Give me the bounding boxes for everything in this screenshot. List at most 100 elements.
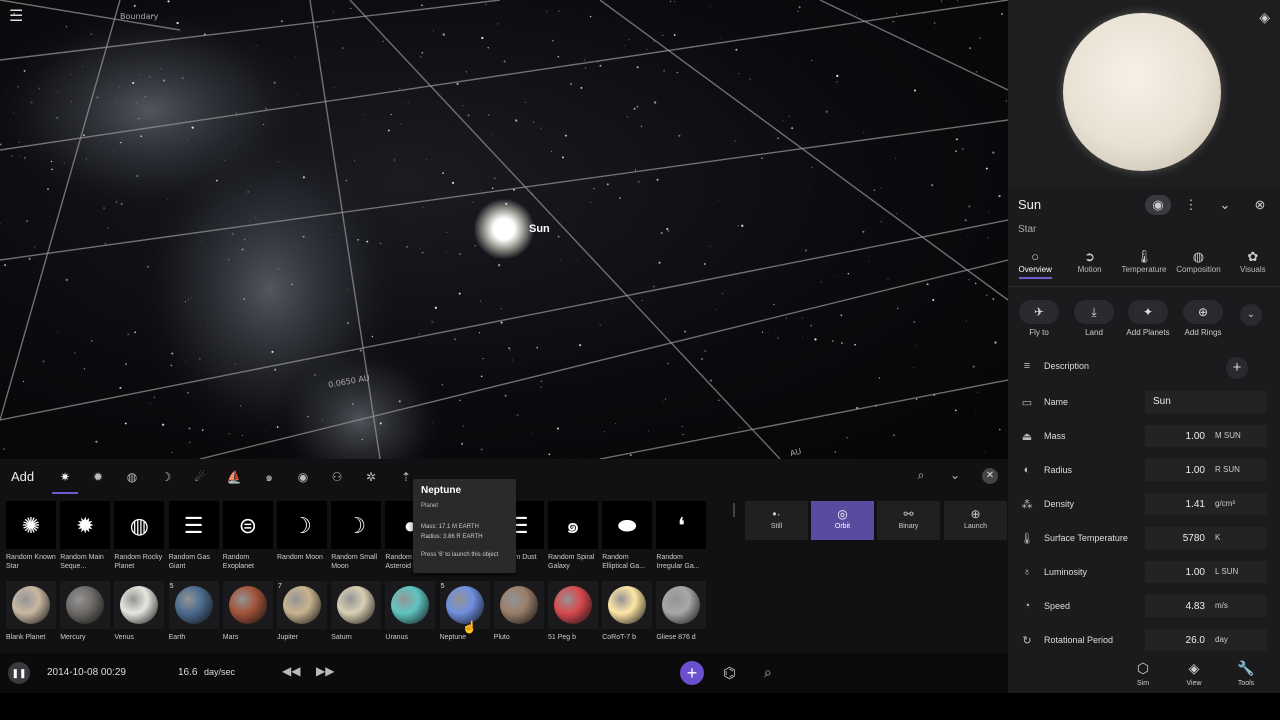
- sun-label[interactable]: Sun: [529, 223, 550, 235]
- tab-label: Motion: [1077, 265, 1102, 274]
- sun-object[interactable]: [474, 199, 534, 259]
- tray-item[interactable]: ⊜ Random Exoplanet: [222, 501, 275, 571]
- object-type-icon: ◍: [114, 501, 165, 549]
- tray-item[interactable]: 7 Jupiter: [277, 581, 329, 642]
- star-dot: [276, 426, 279, 428]
- hamburger-menu-icon[interactable]: ☰: [9, 9, 27, 25]
- land-button[interactable]: ⤓ Land: [1069, 300, 1119, 337]
- star-dot: [614, 176, 616, 177]
- tray-item[interactable]: ๑ Random Spiral Galaxy: [548, 501, 600, 571]
- tray-item[interactable]: ☰ Random Gas Giant: [168, 501, 221, 571]
- add-description-button[interactable]: +: [1226, 357, 1248, 379]
- tray-item[interactable]: ☽ Random Small Moon: [331, 501, 383, 571]
- star-dot: [482, 357, 484, 360]
- planet-thumbnail: [602, 581, 653, 629]
- scroll-handle[interactable]: [733, 503, 735, 517]
- tray-item[interactable]: ❛ Random Irregular Ga...: [656, 501, 708, 571]
- object-preview[interactable]: ◈: [1008, 0, 1280, 186]
- item-label: Random Elliptical Ga...: [602, 554, 645, 570]
- more-options-icon[interactable]: ⋮: [1179, 195, 1203, 215]
- star-dot: [156, 274, 158, 275]
- tray-item[interactable]: CoRoT-7 b: [602, 581, 654, 642]
- search-icon[interactable]: ⌕: [764, 664, 772, 681]
- category-random-icon[interactable]: ✷: [56, 468, 74, 486]
- view-nav-button[interactable]: ◈ View: [1174, 660, 1214, 687]
- category-black-holes-icon[interactable]: ◉: [294, 468, 312, 486]
- category-planets-icon[interactable]: ◍: [123, 468, 141, 486]
- rewind-icon[interactable]: ◀◀: [282, 664, 300, 678]
- star-dot: [540, 127, 542, 129]
- tab-temperature[interactable]: 🌡 Temperature: [1117, 245, 1171, 285]
- category-stars-icon[interactable]: ✹: [89, 468, 107, 486]
- category-particles-icon[interactable]: ✲: [362, 468, 380, 486]
- name-field[interactable]: Sun: [1145, 391, 1267, 413]
- close-icon[interactable]: ✕: [982, 468, 998, 484]
- category-people-icon[interactable]: ⚇: [328, 468, 346, 486]
- add-planets-button[interactable]: ✦ Add Planets: [1123, 300, 1173, 337]
- grid-label: Boundary: [120, 12, 159, 21]
- speed-field[interactable]: 4.83 m/s: [1145, 595, 1267, 617]
- tab-overview[interactable]: ○ Overview: [1008, 245, 1062, 285]
- chevron-down-icon[interactable]: ⌄: [1213, 195, 1237, 215]
- tray-item[interactable]: Mercury: [60, 581, 112, 642]
- eye-icon[interactable]: ◉: [1145, 195, 1171, 215]
- mass-field[interactable]: 1.00 M SUN: [1145, 425, 1267, 447]
- star-dot: [508, 347, 510, 350]
- star-dot: [862, 230, 865, 233]
- tray-item[interactable]: 51 Peg b: [548, 581, 600, 642]
- chevron-down-icon[interactable]: ⌄: [1240, 304, 1262, 326]
- fast-forward-icon[interactable]: ▶▶: [316, 664, 334, 678]
- tray-item[interactable]: 5 Earth: [168, 581, 221, 642]
- star-dot: [461, 442, 464, 445]
- star-dot: [979, 130, 981, 132]
- tray-item[interactable]: ⬬ Random Elliptical Ga...: [602, 501, 654, 571]
- time-speed-value[interactable]: 16.6: [178, 667, 197, 678]
- chevron-down-icon[interactable]: ⌄: [946, 468, 964, 482]
- tab-motion[interactable]: ➲ Motion: [1062, 245, 1116, 285]
- add-rings-button[interactable]: ⊕ Add Rings: [1178, 300, 1228, 337]
- binary-mode-button[interactable]: ⚯ Binary: [877, 501, 940, 540]
- layers-icon[interactable]: ◈: [1259, 9, 1270, 26]
- close-icon[interactable]: ⊗: [1248, 195, 1272, 215]
- tab-composition[interactable]: ◍ Composition: [1171, 245, 1225, 285]
- fly-to-button[interactable]: ✈ Fly to: [1014, 300, 1064, 337]
- tray-item[interactable]: ◍ Random Rocky Planet: [114, 501, 166, 571]
- tray-item[interactable]: ☽ Random Moon: [277, 501, 329, 562]
- radius-field[interactable]: 1.00 R SUN: [1145, 459, 1267, 481]
- tray-item[interactable]: Saturn: [331, 581, 383, 642]
- star-dot: [149, 76, 151, 78]
- add-object-button[interactable]: +: [680, 661, 704, 685]
- launch-mode-button[interactable]: ⊕ Launch: [944, 501, 1007, 540]
- star-dot: [243, 298, 245, 300]
- tab-visuals[interactable]: ✿ Visuals: [1226, 245, 1280, 285]
- tray-item[interactable]: Pluto: [493, 581, 546, 642]
- surface-temperature-field[interactable]: 5780 K: [1145, 527, 1267, 549]
- rotational-period-field[interactable]: 26.0 day: [1145, 629, 1267, 651]
- star-dot: [913, 367, 914, 368]
- sim-nav-button[interactable]: ⬡ Sim: [1123, 660, 1163, 687]
- pause-button[interactable]: ❚❚: [8, 662, 30, 684]
- still-mode-button[interactable]: •· Still: [745, 501, 808, 540]
- tray-item[interactable]: Venus: [114, 581, 166, 642]
- tray-item[interactable]: ✹ Random Main Seque...: [60, 501, 112, 571]
- category-moons-icon[interactable]: ☽: [157, 468, 175, 486]
- tray-item[interactable]: Gliese 876 d: [656, 581, 708, 642]
- tray-item[interactable]: Blank Planet: [6, 581, 58, 642]
- luminosity-field[interactable]: 1.00 L SUN: [1145, 561, 1267, 583]
- orbit-mode-button[interactable]: ◎ Orbit: [811, 501, 874, 540]
- tools-nav-button[interactable]: 🔧 Tools: [1226, 660, 1266, 687]
- object-cluster-icon[interactable]: ⌬: [723, 664, 736, 682]
- simulation-viewport[interactable]: ☰ Boundary 0.0650 AU AU Sun: [0, 0, 1008, 459]
- tray-item[interactable]: Mars: [222, 581, 275, 642]
- search-icon[interactable]: ⌕: [912, 468, 930, 483]
- category-comets-icon[interactable]: ☄: [191, 468, 209, 486]
- category-galaxies-icon[interactable]: ๑: [260, 468, 278, 486]
- category-ships-icon[interactable]: ⛵: [225, 468, 243, 486]
- mode-label: Launch: [964, 523, 987, 530]
- star-dot: [207, 324, 209, 326]
- tray-item[interactable]: Uranus: [385, 581, 437, 642]
- tray-item[interactable]: ✺ Random Known Star: [6, 501, 58, 571]
- property-row-speed: ◔ Speed 4.83 m/s: [1008, 592, 1280, 622]
- density-field[interactable]: 1.41 g/cm³: [1145, 493, 1267, 515]
- star-dot: [224, 160, 226, 162]
